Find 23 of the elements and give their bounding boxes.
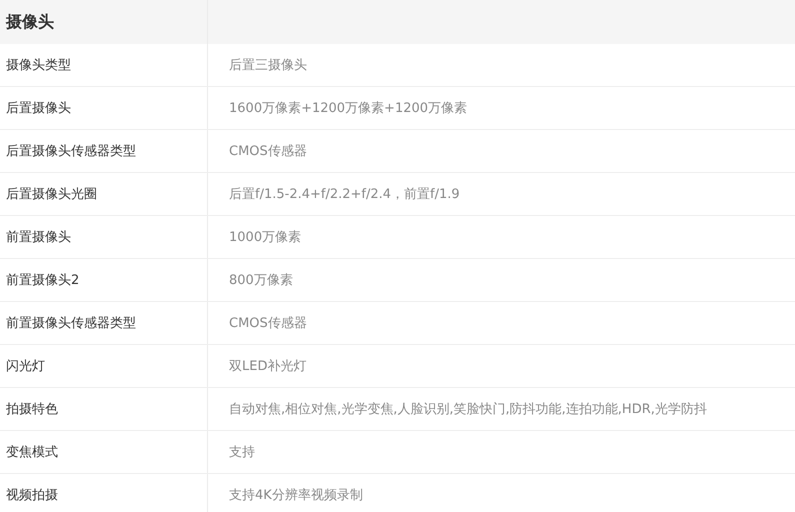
spec-label: 拍摄特色 [6, 401, 58, 418]
spec-label: 视频拍摄 [6, 487, 58, 504]
spec-label: 后置摄像头传感器类型 [6, 143, 136, 160]
spec-value: CMOS传感器 [229, 315, 307, 332]
spec-value: 1000万像素 [229, 229, 302, 246]
spec-value: 800万像素 [229, 272, 293, 289]
spec-label: 前置摄像头 [6, 229, 71, 246]
spec-value: CMOS传感器 [229, 143, 307, 160]
spec-label: 摄像头类型 [6, 57, 71, 74]
spec-label: 前置摄像头2 [6, 272, 80, 289]
spec-value: 后置三摄像头 [229, 57, 307, 74]
spec-value: 1600万像素+1200万像素+1200万像素 [229, 100, 468, 117]
spec-value: 支持 [229, 444, 255, 461]
spec-value: 双LED补光灯 [229, 358, 306, 375]
spec-value: 后置f/1.5-2.4+f/2.2+f/2.4，前置f/1.9 [229, 186, 460, 203]
spec-label: 后置摄像头光圈 [6, 186, 97, 203]
spec-label: 闪光灯 [6, 358, 45, 375]
spec-label: 后置摄像头 [6, 100, 71, 117]
spec-value: 支持4K分辨率视频录制 [229, 487, 363, 504]
spec-label: 前置摄像头传感器类型 [6, 315, 136, 332]
section-title: 摄像头 [6, 12, 54, 32]
spec-label: 变焦模式 [6, 444, 58, 461]
spec-value: 自动对焦,相位对焦,光学变焦,人脸识别,笑脸快门,防抖功能,连拍功能,HDR,光学防抖 [229, 401, 707, 418]
